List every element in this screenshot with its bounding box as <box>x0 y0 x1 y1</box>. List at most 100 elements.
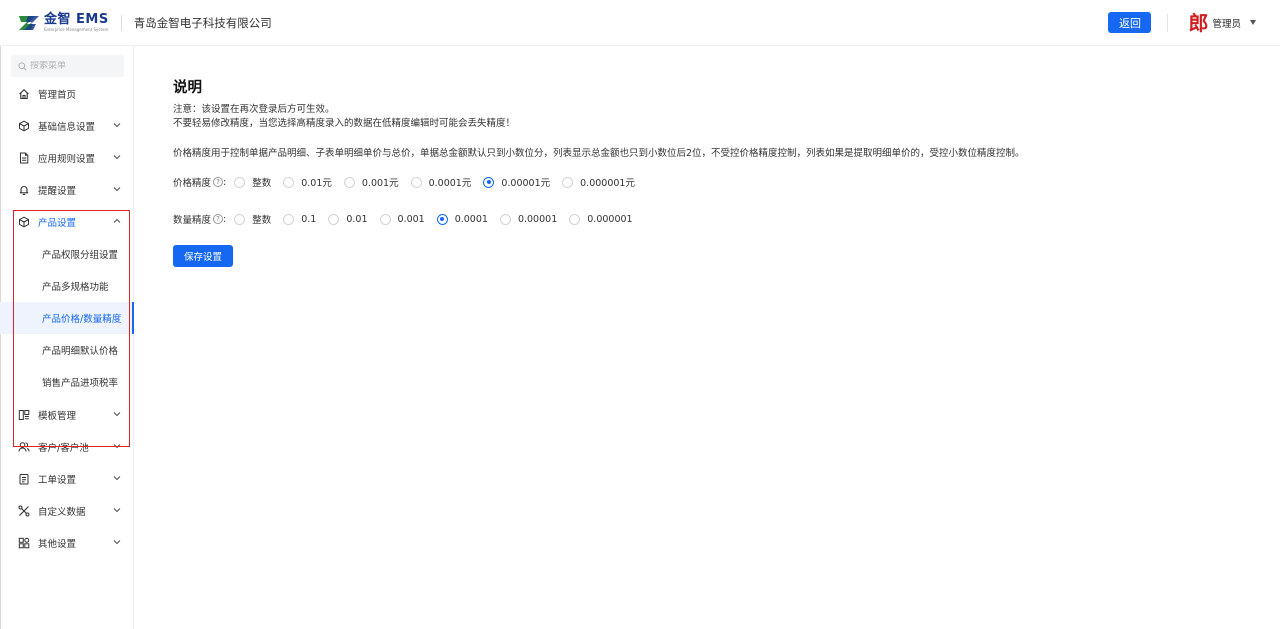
option-label: 0.0001 <box>454 213 488 225</box>
help-icon[interactable]: ? <box>213 177 224 187</box>
option-label: 0.000001元 <box>580 178 635 189</box>
option-label: 0.01元 <box>301 178 332 189</box>
sidebar-item-basic-info[interactable]: 基础信息设置 <box>0 110 133 142</box>
radio-button[interactable] <box>562 176 574 188</box>
qty-option-0.00001[interactable]: 0.00001 <box>499 213 558 225</box>
sidebar-item-other-settings[interactable]: 其他设置 <box>0 527 133 559</box>
sidebar-item-work-orders[interactable]: 工单设置 <box>0 463 133 495</box>
logo-subtitle: Enterprise Management System <box>44 27 109 32</box>
price-option-0.001[interactable]: 0.001元 <box>343 175 399 189</box>
sidebar-item-customers[interactable]: 客户/客户池 <box>0 431 133 463</box>
qty-option-0.001[interactable]: 0.001 <box>379 213 425 225</box>
cube-icon <box>18 216 30 228</box>
option-label: 0.01 <box>346 213 368 225</box>
qty-option-0.000001[interactable]: 0.000001 <box>569 213 633 225</box>
sidebar-subitem-label: 产品多规格功能 <box>42 282 109 293</box>
avatar[interactable]: 郎 <box>1188 13 1208 33</box>
search-input[interactable] <box>30 61 120 71</box>
price-option-0.000001[interactable]: 0.000001元 <box>562 175 635 189</box>
option-label: 0.00001元 <box>501 178 551 189</box>
sidebar-item-label: 其他设置 <box>38 539 77 550</box>
sidebar-item-label: 客户/客户池 <box>38 443 89 454</box>
price-option-integer[interactable]: 整数 <box>234 175 271 189</box>
sidebar-item-label: 模板管理 <box>38 411 77 422</box>
price-option-0.01[interactable]: 0.01元 <box>283 175 332 189</box>
sidebar-subitem-permission-groups[interactable]: 产品权限分组设置 <box>0 238 133 270</box>
home-icon <box>18 88 30 100</box>
option-label: 整数 <box>252 215 272 226</box>
radio-button[interactable] <box>343 176 355 188</box>
description-text: 价格精度用于控制单据产品明细、子表单明细单价与总价，单据总金额默认只到小数位分，… <box>173 148 1025 159</box>
radio-button[interactable] <box>234 213 246 225</box>
option-label: 整数 <box>252 178 272 189</box>
users-icon <box>18 441 30 453</box>
radio-button[interactable] <box>283 213 295 225</box>
qty-option-0.01[interactable]: 0.01 <box>328 213 368 225</box>
cube-icon <box>18 120 30 132</box>
sidebar: 管理首页 基础信息设置 应用规则设置 提醒设置 产 <box>0 46 134 629</box>
sidebar-subitem-price-qty-precision[interactable]: 产品价格/数量精度 <box>0 302 134 334</box>
tools-icon <box>18 505 30 517</box>
sidebar-item-product-settings[interactable]: 产品设置 <box>0 206 133 238</box>
chevron-down-icon <box>113 122 121 128</box>
price-option-0.0001[interactable]: 0.0001元 <box>410 175 472 189</box>
clipboard-icon <box>18 473 30 485</box>
sidebar-item-custom-data[interactable]: 自定义数据 <box>0 495 133 527</box>
sidebar-item-label: 产品设置 <box>38 218 77 229</box>
sidebar-item-label: 基础信息设置 <box>38 122 96 133</box>
sidebar-item-reminders[interactable]: 提醒设置 <box>0 174 133 206</box>
sidebar-item-label: 管理首页 <box>38 90 77 101</box>
company-name: 青岛金智电子科技有限公司 <box>133 15 272 30</box>
chevron-down-icon <box>113 411 121 417</box>
back-button[interactable]: 返回 <box>1108 12 1152 33</box>
logo-icon <box>18 14 40 32</box>
sidebar-item-label: 提醒设置 <box>38 186 77 197</box>
chevron-down-icon <box>113 475 121 481</box>
radio-button[interactable] <box>283 176 295 188</box>
user-name[interactable]: 管理员 <box>1212 16 1241 30</box>
radio-button[interactable] <box>499 213 511 225</box>
menu-search[interactable] <box>11 55 124 77</box>
option-label: 0.00001 <box>517 213 558 225</box>
caret-down-icon[interactable] <box>1250 20 1256 25</box>
logo[interactable]: 金智 EMS Enterprise Management System <box>18 0 109 46</box>
sidebar-item-home[interactable]: 管理首页 <box>0 78 133 110</box>
option-label: 0.0001元 <box>428 178 472 189</box>
sidebar-item-label: 工单设置 <box>38 475 77 486</box>
notice-text: 注意：该设置在再次登录后方可生效。 <box>173 104 335 115</box>
document-icon <box>18 152 30 164</box>
radio-button[interactable] <box>328 213 340 225</box>
radio-button[interactable] <box>569 213 581 225</box>
sidebar-item-label: 自定义数据 <box>38 507 86 518</box>
radio-button[interactable] <box>379 213 391 225</box>
option-label: 0.001元 <box>361 178 399 189</box>
help-icon[interactable]: ? <box>213 214 224 224</box>
header-separator <box>1167 13 1169 32</box>
warning-text: 不要轻易修改精度，当您选择高精度录入的数据在低精度编辑时可能会丢失精度！ <box>173 118 516 129</box>
qty-option-0.1[interactable]: 0.1 <box>283 213 317 225</box>
sidebar-subitem-multi-spec[interactable]: 产品多规格功能 <box>0 270 133 302</box>
sidebar-subitem-default-price[interactable]: 产品明细默认价格 <box>0 334 133 366</box>
sidebar-subitem-label: 产品权限分组设置 <box>42 250 119 261</box>
chevron-down-icon <box>113 507 121 513</box>
header-divider <box>120 14 122 31</box>
chevron-down-icon <box>113 154 121 160</box>
save-settings-button[interactable]: 保存设置 <box>173 245 233 267</box>
option-label: 0.1 <box>301 213 317 225</box>
template-icon <box>18 409 30 421</box>
price-option-0.00001[interactable]: 0.00001元 <box>483 175 550 189</box>
quantity-precision-label: 数量精度 <box>173 215 212 226</box>
sidebar-subitem-input-tax-rate[interactable]: 销售产品进项税率 <box>0 366 133 398</box>
sidebar-item-templates[interactable]: 模板管理 <box>0 399 133 431</box>
chevron-down-icon <box>113 186 121 192</box>
sidebar-item-app-rules[interactable]: 应用规则设置 <box>0 142 133 174</box>
radio-button[interactable] <box>410 176 422 188</box>
qty-option-integer[interactable]: 整数 <box>234 212 271 226</box>
sidebar-subitem-label: 销售产品进项税率 <box>42 378 119 389</box>
radio-button[interactable] <box>234 176 246 188</box>
radio-button-selected[interactable] <box>483 176 495 188</box>
qty-option-0.0001[interactable]: 0.0001 <box>436 213 488 225</box>
chevron-down-icon <box>113 539 121 545</box>
quantity-precision-row: 数量精度 ? : 整数 0.1 0.01 0.001 0.0001 0.0000… <box>173 212 633 226</box>
radio-button-selected[interactable] <box>436 213 448 225</box>
